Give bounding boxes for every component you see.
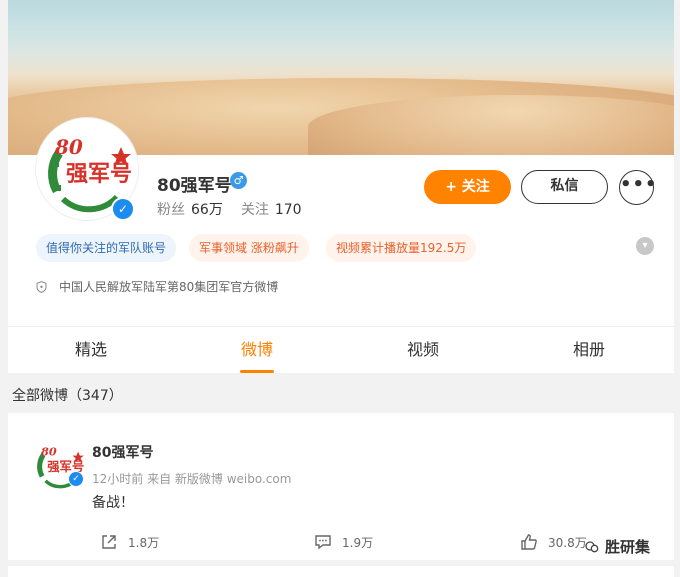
repost-count: 1.8万 bbox=[128, 536, 160, 550]
svg-text:强军号: 强军号 bbox=[66, 162, 132, 187]
tag-video-plays[interactable]: 视频累计播放量192.5万 bbox=[326, 234, 477, 262]
like-count: 30.8万 bbox=[548, 536, 587, 550]
comment-count: 1.9万 bbox=[342, 536, 374, 550]
male-icon: ♂ bbox=[230, 172, 247, 189]
more-button[interactable]: ••• bbox=[619, 170, 657, 205]
profile-avatar[interactable]: 80 强军号 ✓ bbox=[36, 118, 138, 221]
verified-badge-icon: ✓ bbox=[68, 471, 84, 487]
tab-video[interactable]: 视频 bbox=[340, 327, 506, 373]
post-author-name[interactable]: 80强军号 bbox=[92, 442, 153, 462]
fans-label[interactable]: 粉丝 bbox=[157, 202, 185, 218]
follow-count[interactable]: 170 bbox=[275, 202, 302, 218]
tag-military-account[interactable]: 值得你关注的军队账号 bbox=[36, 234, 177, 262]
tab-weibo[interactable]: 微博 bbox=[174, 327, 340, 373]
tab-featured[interactable]: 精选 bbox=[8, 327, 174, 373]
tab-album[interactable]: 相册 bbox=[506, 327, 672, 373]
comment-icon bbox=[315, 535, 331, 550]
svg-text:80: 80 bbox=[41, 445, 57, 459]
repost-button[interactable]: 1.8万 bbox=[100, 533, 159, 551]
active-tab-indicator bbox=[240, 370, 274, 373]
description-text: 中国人民解放军陆军第80集团军官方微博 bbox=[59, 280, 279, 294]
tag-military-field[interactable]: 军事领域 涨粉飙升 bbox=[189, 234, 309, 262]
section-title: 全部微博（347） bbox=[12, 388, 123, 404]
wechat-icon bbox=[585, 541, 599, 553]
fans-count[interactable]: 66万 bbox=[191, 202, 223, 218]
follow-button[interactable]: + 关注 bbox=[424, 170, 511, 204]
next-post-edge bbox=[8, 566, 674, 577]
comment-button[interactable]: 1.9万 bbox=[314, 533, 373, 551]
follow-label[interactable]: 关注 bbox=[241, 202, 269, 218]
profile-name: 80强军号 bbox=[157, 176, 232, 196]
post-body: 备战！ bbox=[92, 495, 134, 511]
message-button[interactable]: 私信 bbox=[521, 170, 608, 204]
svg-text:80: 80 bbox=[54, 135, 83, 159]
share-icon bbox=[102, 535, 116, 549]
wechat-watermark: 胜研集 bbox=[585, 536, 650, 557]
watermark-text: 胜研集 bbox=[605, 538, 651, 556]
shield-icon bbox=[36, 281, 47, 293]
profile-description: 中国人民解放军陆军第80集团军官方微博 bbox=[36, 278, 278, 295]
thumbs-up-icon bbox=[521, 534, 537, 550]
profile-tabs: 精选 微博 视频 相册 bbox=[8, 327, 674, 373]
verified-badge-icon: ✓ bbox=[111, 197, 135, 221]
post-meta: 12小时前 来自 新版微博 weibo.com bbox=[92, 472, 292, 486]
chevron-down-icon[interactable]: ▾ bbox=[636, 237, 654, 255]
profile-stats: 粉丝 66万 关注 170 bbox=[157, 199, 302, 219]
like-button[interactable]: 30.8万 bbox=[520, 533, 587, 551]
